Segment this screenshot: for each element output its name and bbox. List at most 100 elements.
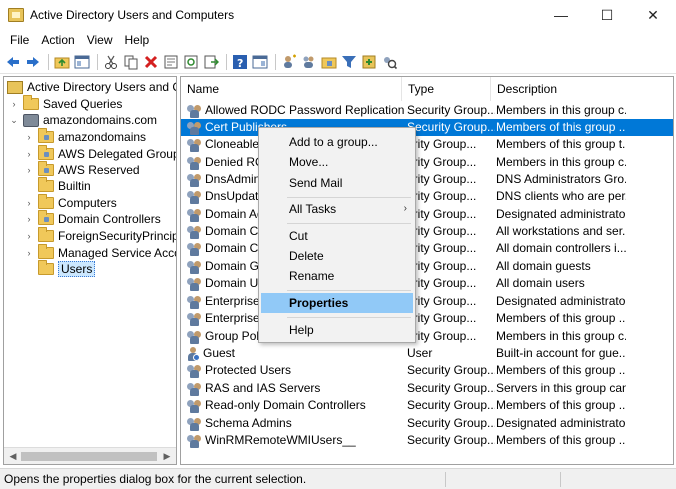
context-menu-properties[interactable]: Properties	[261, 293, 413, 313]
export-list-icon[interactable]	[202, 53, 220, 71]
list-row[interactable]: Allowed RODC Password Replication Gr... …	[181, 102, 673, 119]
toolbar-divider	[275, 53, 276, 70]
expand-chevron-icon[interactable]: ›	[24, 165, 34, 175]
submenu-arrow-icon: ›	[403, 203, 407, 214]
list-row[interactable]: Protected Users Security Group... Member…	[181, 362, 673, 379]
expand-chevron-icon[interactable]: ›	[24, 214, 34, 224]
list-row-selected[interactable]: Cert Publishers Security Group... Member…	[181, 119, 673, 136]
security-group-icon	[186, 242, 202, 256]
tree-item-domain[interactable]: ⌄ amazondomains.com	[9, 112, 157, 128]
list-row[interactable]: Domain Gue urity Group... All domain gue…	[181, 258, 673, 275]
new-ou-icon[interactable]	[320, 53, 338, 71]
show-hide-tree-icon[interactable]	[73, 53, 91, 71]
row-type: urity Group...	[407, 207, 477, 221]
tree-item-managed-service-accounts[interactable]: › Managed Service Accour	[24, 244, 176, 261]
scroll-right-icon[interactable]: ▶	[161, 450, 173, 462]
context-menu-separator	[287, 317, 411, 318]
column-header-description[interactable]: Description	[491, 77, 673, 101]
list-row[interactable]: Domain Use urity Group... All domain use…	[181, 275, 673, 292]
list-row[interactable]: DnsAdmins urity Group... DNS Administrat…	[181, 171, 673, 188]
delete-icon[interactable]	[142, 53, 160, 71]
console-tree-icon[interactable]	[251, 53, 269, 71]
list-row[interactable]: WinRMRemoteWMIUsers__ Security Group... …	[181, 432, 673, 449]
context-menu-delete[interactable]: Delete	[261, 246, 413, 266]
collapse-chevron-icon[interactable]: ⌄	[9, 115, 19, 126]
new-group-icon[interactable]	[300, 53, 318, 71]
security-group-icon	[186, 312, 202, 326]
menu-view[interactable]: View	[81, 33, 119, 47]
find-icon[interactable]	[380, 53, 398, 71]
minimize-button[interactable]: —	[538, 0, 584, 30]
tree-item-aws-delegated-groups[interactable]: › AWS Delegated Groups	[24, 145, 176, 162]
expand-chevron-icon[interactable]: ›	[24, 248, 34, 258]
security-group-icon	[186, 295, 202, 309]
row-type: urity Group...	[407, 294, 477, 308]
column-header-name[interactable]: Name	[181, 77, 402, 101]
list-row[interactable]: Cloneable D urity Group... Members of th…	[181, 136, 673, 153]
up-folder-icon[interactable]	[53, 53, 71, 71]
expand-chevron-icon[interactable]: ›	[24, 149, 34, 159]
context-menu-add-to-group[interactable]: Add to a group...	[261, 132, 413, 152]
folder-icon	[23, 95, 39, 110]
filter-icon[interactable]	[340, 53, 358, 71]
tree-root[interactable]: Active Directory Users and Com	[7, 79, 176, 95]
back-arrow-icon[interactable]	[4, 53, 22, 71]
row-name: RAS and IAS Servers	[205, 381, 321, 395]
context-menu-rename[interactable]: Rename	[261, 266, 413, 286]
menu-file[interactable]: File	[4, 33, 35, 47]
close-button[interactable]: ✕	[630, 0, 676, 30]
tree-item-amazondomains[interactable]: › amazondomains	[24, 128, 146, 145]
expand-chevron-icon[interactable]: ›	[9, 99, 19, 109]
tree-horizontal-scrollbar[interactable]: ◀ ▶	[4, 447, 176, 464]
tree-item-users[interactable]: Users	[38, 260, 96, 277]
list-row[interactable]: RAS and IAS Servers Security Group... Se…	[181, 380, 673, 397]
list-row[interactable]: Enterprise A urity Group... Designated a…	[181, 293, 673, 310]
row-description: DNS clients who are per...	[496, 189, 626, 203]
context-menu-send-mail[interactable]: Send Mail	[261, 173, 413, 193]
row-type: urity Group...	[407, 311, 477, 325]
security-group-icon	[186, 330, 202, 344]
list-row[interactable]: Read-only Domain Controllers Security Gr…	[181, 397, 673, 414]
tree-item-foreign-security-principals[interactable]: › ForeignSecurityPrincipals	[24, 227, 176, 244]
add-to-group-icon[interactable]	[360, 53, 378, 71]
context-menu-help[interactable]: Help	[261, 320, 413, 340]
forward-arrow-icon[interactable]	[24, 53, 42, 71]
tree-item-aws-reserved[interactable]: › AWS Reserved	[24, 161, 140, 178]
list-row[interactable]: Enterprise R urity Group... Members of t…	[181, 310, 673, 327]
list-row[interactable]: Schema Admins Security Group... Designat…	[181, 415, 673, 432]
scrollbar-thumb[interactable]	[21, 452, 157, 461]
column-header-type[interactable]: Type	[402, 77, 491, 101]
context-menu-cut[interactable]: Cut	[261, 226, 413, 246]
tree-item-label: Builtin	[58, 179, 91, 193]
expand-chevron-icon[interactable]: ›	[24, 132, 34, 142]
security-group-icon	[186, 208, 202, 222]
context-menu-move[interactable]: Move...	[261, 152, 413, 172]
list-row[interactable]: Domain Adr urity Group... Designated adm…	[181, 206, 673, 223]
properties-icon[interactable]	[162, 53, 180, 71]
help-icon[interactable]: ?	[231, 53, 249, 71]
list-row[interactable]: Domain Cor urity Group... All domain con…	[181, 240, 673, 257]
copy-icon[interactable]	[122, 53, 140, 71]
tree-item-domain-controllers[interactable]: › Domain Controllers	[24, 210, 161, 227]
row-description: Members in this group c...	[496, 329, 626, 343]
maximize-button[interactable]: ☐	[584, 0, 630, 30]
tree-item-builtin[interactable]: Builtin	[38, 177, 91, 194]
tree-item-label: AWS Reserved	[58, 163, 140, 177]
scroll-left-icon[interactable]: ◀	[7, 450, 19, 462]
list-row[interactable]: Guest User Built-in account for gue...	[181, 345, 673, 362]
domain-icon	[23, 113, 39, 127]
context-menu-all-tasks[interactable]: All Tasks ›	[261, 199, 413, 219]
menu-help[interactable]: Help	[119, 33, 156, 47]
refresh-icon[interactable]	[182, 53, 200, 71]
list-row[interactable]: Domain Cor urity Group... All workstatio…	[181, 223, 673, 240]
expand-chevron-icon[interactable]: ›	[24, 198, 34, 208]
list-row[interactable]: Group Polic urity Group... Members in th…	[181, 328, 673, 345]
list-row[interactable]: DnsUpdateP urity Group... DNS clients wh…	[181, 188, 673, 205]
list-row[interactable]: Denied ROD urity Group... Members in thi…	[181, 154, 673, 171]
tree-item-computers[interactable]: › Computers	[24, 194, 117, 211]
expand-chevron-icon[interactable]: ›	[24, 231, 34, 241]
menu-action[interactable]: Action	[35, 33, 80, 47]
tree-item-saved-queries[interactable]: › Saved Queries	[9, 95, 122, 112]
new-user-icon[interactable]	[280, 53, 298, 71]
cut-icon[interactable]	[102, 53, 120, 71]
